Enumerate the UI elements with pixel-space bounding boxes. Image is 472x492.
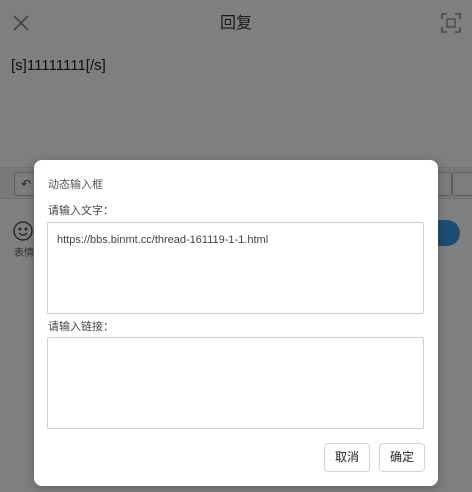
cancel-button[interactable]: 取消 bbox=[324, 443, 370, 472]
text-input[interactable]: https://bbs.binmt.cc/thread-161119-1-1.h… bbox=[47, 222, 424, 314]
dynamic-input-dialog: 动态输入框 请输入文字： https://bbs.binmt.cc/thread… bbox=[34, 160, 438, 486]
confirm-button[interactable]: 确定 bbox=[379, 443, 425, 472]
dialog-title: 动态输入框 bbox=[48, 178, 103, 191]
text-label: 请输入文字： bbox=[48, 204, 114, 217]
link-input[interactable] bbox=[47, 337, 424, 429]
link-label: 请输入链接： bbox=[48, 320, 114, 333]
